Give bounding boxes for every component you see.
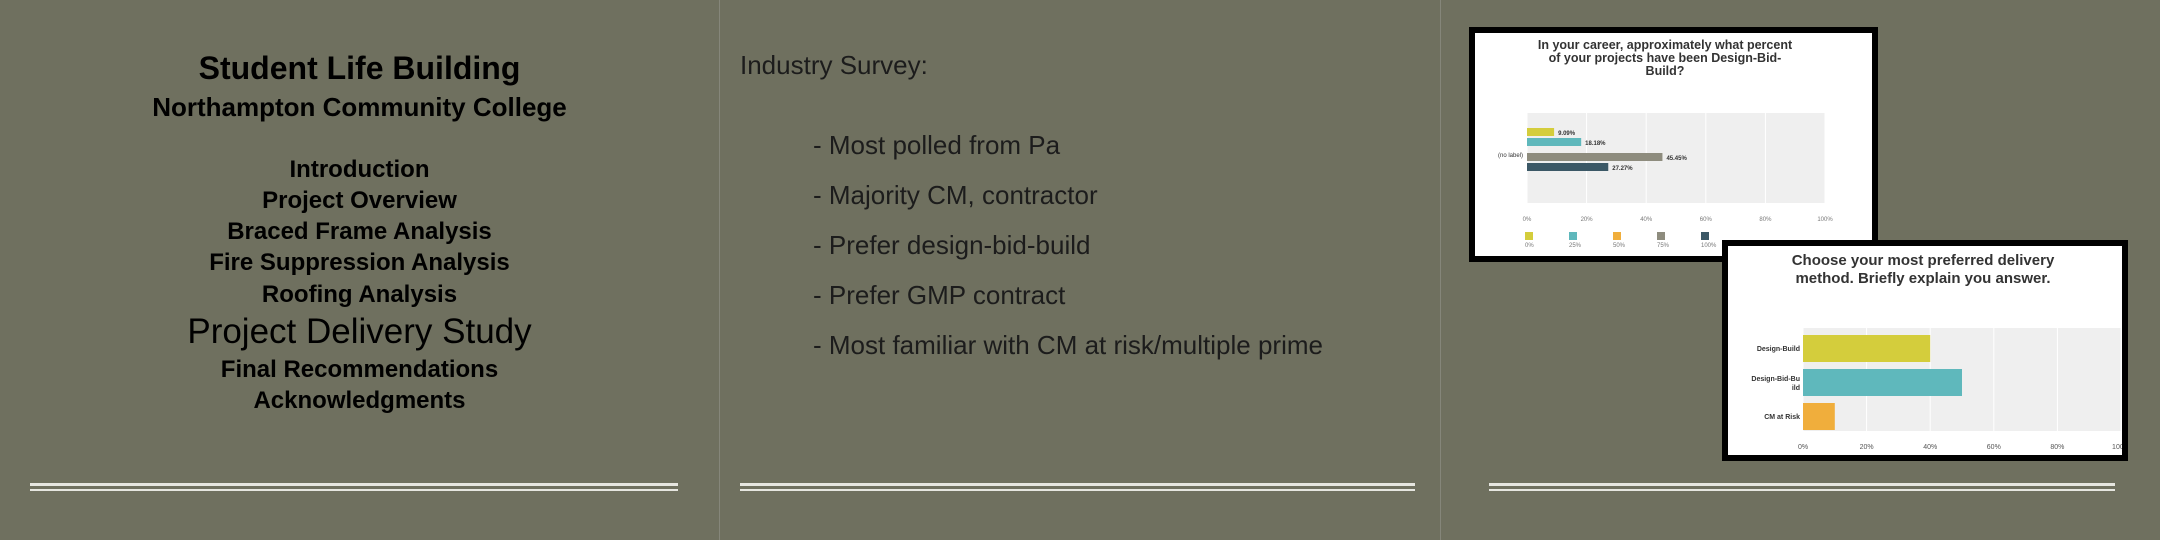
menu-acknowledgments[interactable]: Acknowledgments (0, 387, 719, 415)
x-tick-label: 0% (1798, 444, 1808, 451)
legend-label: 100% (1701, 243, 1717, 249)
legend-label: 25% (1569, 243, 1582, 249)
data-label: 9.09% (1558, 131, 1576, 137)
footer-rule (30, 483, 678, 491)
legend-swatch (1701, 232, 1709, 240)
chart-card-2: Choose your most preferred delivery meth… (1722, 240, 2128, 461)
legend-swatch (1613, 232, 1621, 240)
x-tick-label: 80% (1759, 217, 1772, 223)
bar (1803, 335, 1931, 362)
x-tick-label: 100% (1817, 217, 1833, 223)
bullet: - Most familiar with CM at risk/multiple… (813, 330, 1323, 360)
slide-subtitle: Northampton Community College (152, 92, 567, 122)
footer-rule (740, 483, 1415, 491)
menu-roofing[interactable]: Roofing Analysis (0, 281, 719, 309)
chart-card-1: In your career, approximately what perce… (1469, 27, 1878, 262)
category-label: ild (1792, 385, 1800, 392)
legend-swatch (1525, 232, 1533, 240)
x-tick-label: 60% (1987, 444, 2001, 451)
category-label: CM at Risk (1764, 414, 1800, 421)
divider (1440, 0, 1441, 540)
menu-braced-frame[interactable]: Braced Frame Analysis (0, 218, 719, 246)
legend-swatch (1569, 232, 1577, 240)
category-label: Design-Build (1757, 346, 1800, 353)
bar (1527, 153, 1663, 161)
chart-2: 0% 20% 40% 60% 80% 100% Design-Build Design-Bid… (1751, 328, 2122, 451)
menu-introduction[interactable]: Introduction (0, 156, 719, 184)
menu-project-delivery[interactable]: Project Delivery Study (0, 312, 719, 352)
menu-fire-suppression[interactable]: Fire Suppression Analysis (0, 249, 719, 277)
bar (1803, 403, 1835, 430)
footer-rule (1489, 483, 2115, 491)
bullet: - Most polled from Pa (813, 130, 1061, 160)
x-tick-label: 0% (1523, 217, 1532, 223)
x-tick-label: 60% (1700, 217, 1713, 223)
x-tick-label: 100% (2112, 444, 2122, 451)
slide-outline: Student Life Building Northampton Commun… (0, 0, 719, 540)
chart-1: 0% 20% 40% 60% 80% 100% (no label) 9.09% 18.18% 4… (1498, 113, 1833, 249)
legend-swatch (1657, 232, 1665, 240)
x-tick-label: 20% (1581, 217, 1594, 223)
bar (1527, 138, 1582, 146)
menu-project-overview[interactable]: Project Overview (0, 187, 719, 215)
x-tick-label: 80% (2050, 444, 2064, 451)
bar (1527, 128, 1555, 136)
menu-final-recommendations[interactable]: Final Recommendations (0, 356, 719, 384)
legend-label: 75% (1657, 243, 1670, 249)
data-label: 27.27% (1612, 166, 1633, 172)
x-tick-label: 40% (1923, 444, 1937, 451)
survey-heading: Industry Survey: (740, 50, 928, 80)
slide-title: Student Life Building (198, 50, 521, 86)
bullet: - Prefer design-bid-build (813, 230, 1091, 260)
legend-label: 0% (1525, 243, 1534, 249)
bar (1527, 163, 1609, 171)
legend-label: 50% (1613, 243, 1626, 249)
bullet: - Majority CM, contractor (813, 180, 1098, 210)
category-label: (no label) (1498, 153, 1523, 159)
bullet: - Prefer GMP contract (813, 280, 1066, 310)
bar (1803, 369, 1962, 396)
slide-survey: Industry Survey: - Most polled from Pa -… (720, 0, 1440, 540)
data-label: 18.18% (1585, 141, 1606, 147)
x-tick-label: 40% (1640, 217, 1653, 223)
x-tick-label: 20% (1860, 444, 1874, 451)
data-label: 45.45% (1666, 156, 1687, 162)
category-label: Design-Bid-Bu (1751, 376, 1800, 383)
